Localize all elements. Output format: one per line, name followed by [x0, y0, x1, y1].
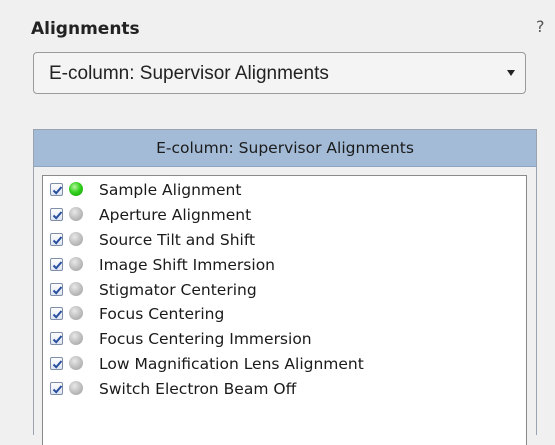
alignment-item-label: Switch Electron Beam Off [99, 380, 297, 398]
checkbox[interactable] [50, 258, 63, 271]
alignment-list-item[interactable]: Stigmator Centering [43, 279, 523, 303]
checkbox[interactable] [50, 307, 63, 320]
checkbox[interactable] [50, 208, 63, 221]
status-pending-icon [69, 207, 83, 221]
alignment-procedure-dropdown[interactable]: E-column: Supervisor Alignments [33, 52, 526, 94]
alignment-item-label: Focus Centering Immersion [99, 330, 312, 348]
alignment-list-panel: E-column: Supervisor Alignments Sample A… [33, 129, 537, 445]
alignments-header: Alignments ? [0, 0, 555, 58]
alignment-item-label: Stigmator Centering [99, 281, 257, 299]
checkbox[interactable] [50, 382, 63, 395]
alignment-list-header: E-column: Supervisor Alignments [34, 130, 536, 167]
checkbox[interactable] [50, 332, 63, 345]
status-pending-icon [69, 381, 83, 395]
status-pending-icon [69, 356, 83, 370]
alignment-item-label: Low Magnification Lens Alignment [99, 355, 364, 373]
alignment-list-item[interactable]: Image Shift Immersion [43, 254, 523, 278]
status-done-icon [69, 182, 83, 196]
alignment-list: Sample Alignment Aperture Alignment Source… [42, 175, 527, 445]
chevron-down-icon[interactable] [507, 70, 515, 76]
dropdown-selected-value: E-column: Supervisor Alignments [49, 63, 329, 84]
alignment-list-item[interactable]: Source Tilt and Shift [43, 229, 523, 253]
status-pending-icon [69, 232, 83, 246]
status-pending-icon [69, 257, 83, 271]
checkbox[interactable] [50, 183, 63, 196]
alignment-item-label: Sample Alignment [99, 181, 242, 199]
alignment-item-label: Aperture Alignment [99, 206, 252, 224]
panel-title: Alignments [31, 19, 140, 39]
alignment-item-label: Focus Centering [99, 305, 225, 323]
checkbox[interactable] [50, 233, 63, 246]
alignment-item-label: Source Tilt and Shift [99, 231, 256, 249]
alignment-list-item[interactable]: Focus Centering [43, 303, 523, 327]
alignment-list-item[interactable]: Focus Centering Immersion [43, 328, 523, 352]
help-button[interactable]: ? [536, 17, 545, 36]
alignment-list-item[interactable]: Low Magnification Lens Alignment [43, 353, 523, 377]
status-pending-icon [69, 306, 83, 320]
status-pending-icon [69, 331, 83, 345]
alignment-item-label: Image Shift Immersion [99, 256, 275, 274]
checkbox[interactable] [50, 283, 63, 296]
status-pending-icon [69, 282, 83, 296]
alignment-list-item[interactable]: Aperture Alignment [43, 204, 523, 228]
alignment-list-item[interactable]: Switch Electron Beam Off [43, 378, 523, 402]
checkbox[interactable] [50, 357, 63, 370]
alignment-list-item[interactable]: Sample Alignment [43, 179, 523, 203]
